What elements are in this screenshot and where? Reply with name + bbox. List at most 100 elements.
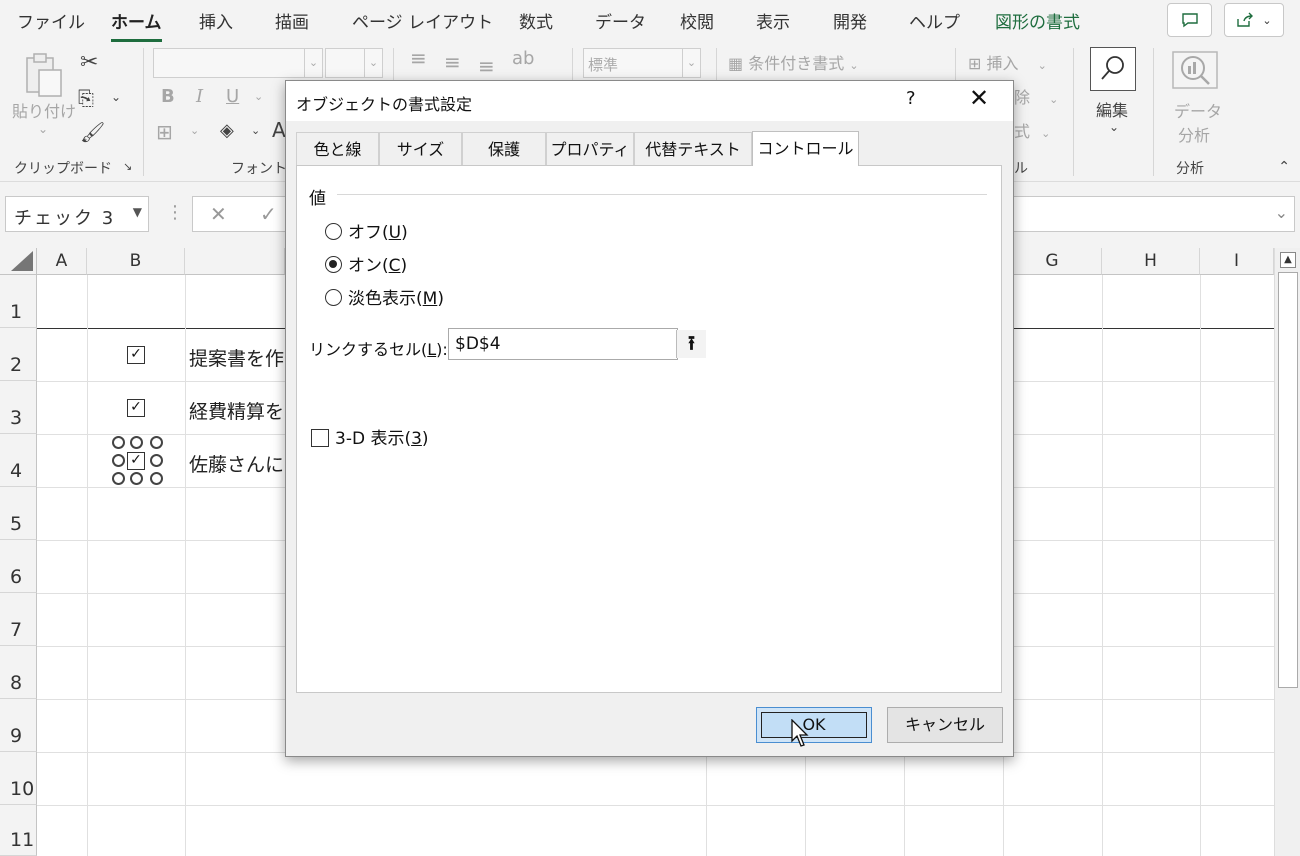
- resize-handle[interactable]: [112, 472, 125, 485]
- linked-cell-input[interactable]: $D$4 ⭱: [448, 328, 706, 360]
- cancel-button[interactable]: キャンセル: [887, 707, 1003, 743]
- row-header[interactable]: 6: [0, 540, 37, 593]
- row-header[interactable]: 10: [0, 752, 37, 805]
- task-checkbox-3[interactable]: ✓: [127, 452, 145, 470]
- bold-button[interactable]: B: [161, 86, 175, 107]
- task-checkbox-1[interactable]: ✓: [127, 346, 145, 364]
- paste-button[interactable]: 貼り付け: [12, 98, 76, 122]
- tab-alt-text[interactable]: 代替テキスト: [634, 132, 752, 165]
- column-header[interactable]: [185, 248, 285, 275]
- data-analysis-label-1[interactable]: データ: [1174, 98, 1222, 122]
- ok-button[interactable]: OK: [756, 707, 872, 743]
- tab-formulas[interactable]: 数式: [519, 8, 553, 33]
- radio-on[interactable]: オン(C): [325, 251, 407, 276]
- data-analysis-label-2[interactable]: 分析: [1178, 122, 1210, 146]
- tab-developer[interactable]: 開発: [833, 8, 867, 33]
- tab-shape-format[interactable]: 図形の書式: [995, 8, 1080, 33]
- resize-handle[interactable]: [112, 436, 125, 449]
- tab-colors-lines[interactable]: 色と線: [296, 132, 379, 165]
- collapse-ribbon-icon[interactable]: ⌃: [1278, 159, 1290, 175]
- resize-handle[interactable]: [150, 472, 163, 485]
- scroll-thumb[interactable]: [1278, 272, 1298, 688]
- radio-off[interactable]: オフ(U): [325, 218, 408, 243]
- collapse-dialog-button[interactable]: ⭱: [676, 330, 706, 358]
- help-button[interactable]: ?: [906, 88, 916, 109]
- resize-handle[interactable]: [150, 454, 163, 467]
- resize-handle[interactable]: [112, 454, 125, 467]
- tab-home[interactable]: ホーム: [111, 8, 162, 42]
- column-header[interactable]: A: [37, 248, 87, 275]
- font-size-combo[interactable]: ⌄: [325, 48, 383, 78]
- cancel-icon[interactable]: ✕: [210, 202, 227, 226]
- editing-label[interactable]: 編集: [1096, 97, 1128, 121]
- row-header[interactable]: 4: [0, 434, 37, 487]
- task-checkbox-2[interactable]: ✓: [127, 399, 145, 417]
- tab-review[interactable]: 校閲: [680, 8, 714, 33]
- resize-handle[interactable]: [150, 436, 163, 449]
- name-box[interactable]: チェック 3 ▼: [5, 196, 149, 232]
- align-middle-icon[interactable]: ≡: [444, 50, 461, 74]
- row-header[interactable]: 7: [0, 593, 37, 646]
- tab-properties[interactable]: プロパティ: [546, 132, 634, 165]
- share-button[interactable]: ⌄: [1224, 3, 1284, 37]
- row-header[interactable]: 3: [0, 381, 37, 434]
- tab-file[interactable]: ファイル: [17, 8, 85, 33]
- resize-handle[interactable]: [130, 472, 143, 485]
- tab-draw[interactable]: 描画: [275, 8, 309, 33]
- vertical-scrollbar[interactable]: ▲: [1274, 248, 1300, 856]
- row-header[interactable]: 11: [0, 805, 37, 856]
- tab-view[interactable]: 表示: [756, 8, 790, 33]
- comments-button[interactable]: [1167, 3, 1212, 37]
- conditional-format-label: 条件付き書式: [748, 54, 845, 73]
- wrap-text-icon[interactable]: ab: [512, 48, 534, 69]
- borders-icon[interactable]: ⊞: [156, 120, 173, 144]
- tab-protection[interactable]: 保護: [462, 132, 546, 165]
- row-header[interactable]: 9: [0, 699, 37, 752]
- align-bottom-icon[interactable]: ≡: [478, 54, 495, 78]
- close-button[interactable]: ✕: [969, 84, 989, 112]
- format-cells-button[interactable]: 式 ⌄: [1014, 118, 1050, 142]
- tab-size[interactable]: サイズ: [379, 132, 462, 165]
- row-header[interactable]: 5: [0, 487, 37, 540]
- radio-mixed[interactable]: 淡色表示(M): [325, 284, 444, 309]
- scroll-up-icon[interactable]: ▲: [1280, 252, 1296, 268]
- tab-data[interactable]: データ: [595, 8, 646, 33]
- number-format-combo[interactable]: 標準 ⌄: [583, 48, 701, 78]
- tab-control[interactable]: コントロール: [752, 131, 859, 166]
- row-header[interactable]: 2: [0, 328, 37, 381]
- tab-page-layout[interactable]: ページ レイアウト: [352, 8, 493, 33]
- find-button[interactable]: [1090, 47, 1136, 91]
- task-text-2[interactable]: 経費精算を: [189, 397, 284, 424]
- tab-help[interactable]: ヘルプ: [909, 8, 960, 33]
- format-painter-icon[interactable]: 🖌: [80, 120, 105, 144]
- formula-bar-resize-icon[interactable]: ⋮: [166, 202, 184, 223]
- column-header[interactable]: H: [1102, 248, 1200, 275]
- column-header[interactable]: B: [87, 248, 185, 275]
- column-header[interactable]: G: [1003, 248, 1102, 275]
- font-name-combo[interactable]: ⌄: [153, 48, 323, 78]
- delete-cells-button[interactable]: 除 ⌄: [1014, 84, 1058, 108]
- checkbox-box: [311, 429, 329, 447]
- task-text-3[interactable]: 佐藤さんに: [189, 450, 284, 477]
- tab-insert[interactable]: 挿入: [199, 8, 233, 33]
- insert-cells-button[interactable]: ⊞ 挿入 ⌄: [968, 50, 1047, 74]
- italic-button[interactable]: I: [196, 86, 203, 107]
- resize-handle[interactable]: [130, 436, 143, 449]
- search-icon: [1101, 56, 1124, 80]
- cut-icon[interactable]: ✂: [80, 50, 98, 75]
- select-all-corner[interactable]: [0, 248, 37, 275]
- align-top-icon[interactable]: ≡: [410, 46, 427, 70]
- three-d-checkbox[interactable]: 3-D 表示(3): [311, 424, 429, 449]
- conditional-format-button[interactable]: ▦ 条件付き書式 ⌄: [728, 50, 859, 74]
- dialog-titlebar[interactable]: オブジェクトの書式設定 ? ✕: [286, 81, 1013, 121]
- font-color-icon[interactable]: A: [272, 118, 286, 142]
- enter-icon[interactable]: ✓: [260, 202, 277, 226]
- copy-icon[interactable]: ⎘: [78, 86, 94, 110]
- task-text-1[interactable]: 提案書を作: [189, 344, 284, 371]
- fill-color-icon[interactable]: ◈: [220, 120, 234, 141]
- underline-button[interactable]: U: [226, 86, 239, 107]
- column-header[interactable]: I: [1200, 248, 1274, 275]
- row-header[interactable]: 1: [0, 275, 37, 328]
- dialog-launcher-icon[interactable]: ↘: [123, 160, 132, 173]
- row-header[interactable]: 8: [0, 646, 37, 699]
